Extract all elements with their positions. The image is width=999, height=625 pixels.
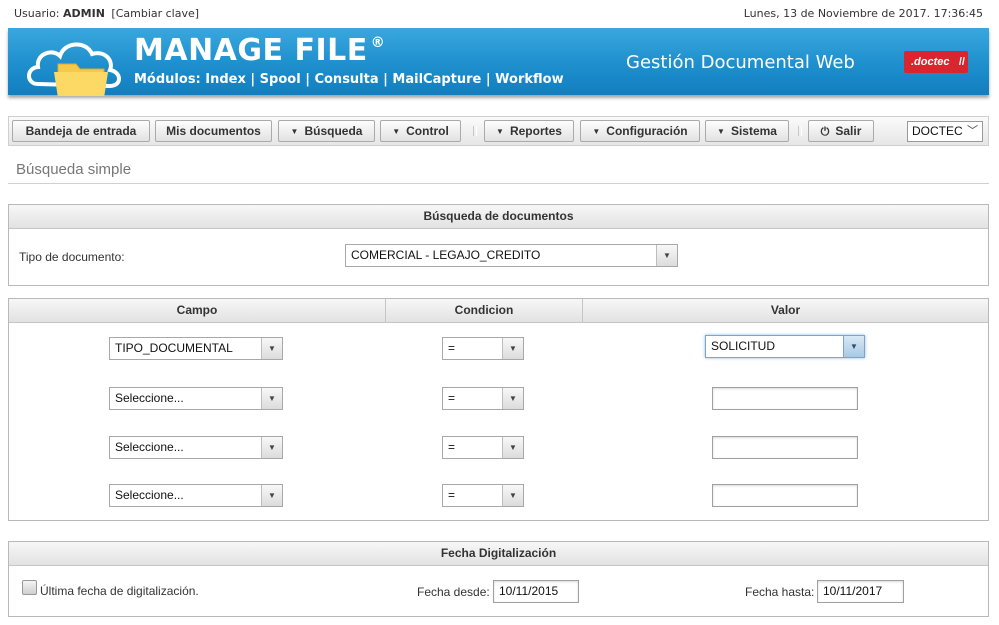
app-title: MANAGE FILE ®	[134, 33, 386, 68]
change-password-link[interactable]: [Cambiar clave]	[111, 7, 199, 20]
menu-reports-button[interactable]: ▼ Reportes	[484, 120, 574, 142]
cloud-folder-logo-icon	[27, 42, 121, 96]
header-banner: MANAGE FILE ® Módulos: Index | Spool | Co…	[8, 28, 989, 96]
menu-separator	[798, 126, 802, 136]
menu-control-button[interactable]: ▼ Control	[380, 120, 461, 142]
menu-separator	[473, 126, 477, 136]
criteria-header-row: Campo Condicion Valor	[9, 299, 988, 323]
column-header-condition: Condicion	[454, 303, 514, 317]
dropdown-triangle-icon: ▼	[496, 127, 504, 136]
document-search-panel: Búsqueda de documentos Tipo de documento…	[8, 204, 989, 286]
dropdown-triangle-icon: ▼	[592, 127, 601, 136]
date-from-label: Fecha desde:	[417, 585, 490, 599]
digitization-date-panel: Fecha Digitalización Última fecha de dig…	[8, 541, 989, 617]
last-digitization-checkbox[interactable]	[22, 580, 37, 595]
main-menu-bar: Bandeja de entrada Mis documentos ▼ Búsqu…	[8, 116, 989, 146]
column-header-field: Campo	[176, 303, 218, 317]
page-title: Búsqueda simple	[16, 161, 132, 178]
column-header-value: Valor	[770, 303, 801, 317]
criteria-value-select[interactable]: SOLICITUD ▼	[705, 335, 865, 358]
app-subtitle: Gestión Documental Web	[626, 52, 855, 73]
criteria-field-select[interactable]: Seleccione... ▼	[109, 387, 283, 410]
criteria-field-select[interactable]: Seleccione... ▼	[109, 436, 283, 459]
criteria-condition-select[interactable]: = ▼	[442, 484, 524, 507]
date-from-input[interactable]: 10/11/2015	[493, 580, 579, 603]
dropdown-arrow-icon: ▼	[261, 485, 282, 506]
document-search-header: Búsqueda de documentos	[9, 205, 988, 229]
company-select[interactable]: DOCTEC ﹀	[907, 121, 983, 142]
menu-inbox-button[interactable]: Bandeja de entrada	[12, 120, 150, 142]
current-datetime: Lunes, 13 de Noviembre de 2017. 17:36:45	[743, 7, 983, 20]
criteria-field-select[interactable]: TIPO_DOCUMENTAL ▼	[109, 337, 283, 360]
power-icon: ⏻	[820, 126, 830, 138]
dropdown-triangle-icon: ▼	[392, 127, 401, 136]
last-digitization-label: Última fecha de digitalización.	[40, 584, 199, 598]
top-bar: Usuario: ADMIN [Cambiar clave] Lunes, 13…	[0, 0, 999, 28]
chevron-down-icon: ﹀	[967, 125, 978, 137]
dropdown-arrow-icon: ▼	[502, 485, 523, 506]
doc-type-select[interactable]: COMERCIAL - LEGAJO_CREDITO ▼	[345, 244, 678, 267]
criteria-panel: Campo Condicion Valor TIPO_DOCUMENTAL ▼ =…	[8, 298, 989, 521]
doc-type-label: Tipo de documento:	[19, 250, 125, 264]
criteria-condition-select[interactable]: = ▼	[442, 387, 524, 410]
dropdown-arrow-icon: ▼	[502, 388, 523, 409]
user-name: ADMIN	[63, 7, 105, 20]
doctec-logo: .doctec//	[904, 51, 968, 73]
dropdown-arrow-icon: ▼	[656, 245, 677, 266]
menu-configuration-button[interactable]: ▼ Configuración	[580, 120, 700, 142]
criteria-condition-select[interactable]: = ▼	[442, 436, 524, 459]
dropdown-triangle-icon: ▼	[717, 127, 725, 136]
menu-my-documents-button[interactable]: Mis documentos	[155, 120, 272, 142]
criteria-value-input[interactable]	[712, 436, 858, 459]
user-info: Usuario: ADMIN [Cambiar clave]	[14, 7, 199, 20]
criteria-condition-select[interactable]: = ▼	[442, 337, 524, 360]
user-label: Usuario:	[14, 7, 60, 20]
dropdown-arrow-icon: ▼	[261, 388, 282, 409]
digitization-header: Fecha Digitalización	[9, 542, 988, 566]
dropdown-triangle-icon: ▼	[290, 127, 299, 136]
dropdown-arrow-icon: ▼	[502, 338, 523, 359]
menu-search-button[interactable]: ▼ Búsqueda	[278, 120, 375, 142]
criteria-field-select[interactable]: Seleccione... ▼	[109, 484, 283, 507]
title-divider	[8, 183, 989, 184]
dropdown-arrow-icon: ▼	[261, 437, 282, 458]
criteria-value-input[interactable]	[712, 387, 858, 410]
dropdown-arrow-icon: ▼	[502, 437, 523, 458]
modules-list: Módulos: Index | Spool | Consulta | Mail…	[134, 72, 564, 87]
menu-system-button[interactable]: ▼ Sistema	[705, 120, 789, 142]
dropdown-arrow-icon: ▼	[261, 338, 282, 359]
date-to-input[interactable]: 10/11/2017	[817, 580, 904, 603]
menu-logout-button[interactable]: ⏻ Salir	[808, 120, 874, 142]
criteria-value-input[interactable]	[712, 484, 858, 507]
date-to-label: Fecha hasta:	[745, 585, 815, 599]
dropdown-arrow-icon: ▼	[843, 336, 864, 357]
